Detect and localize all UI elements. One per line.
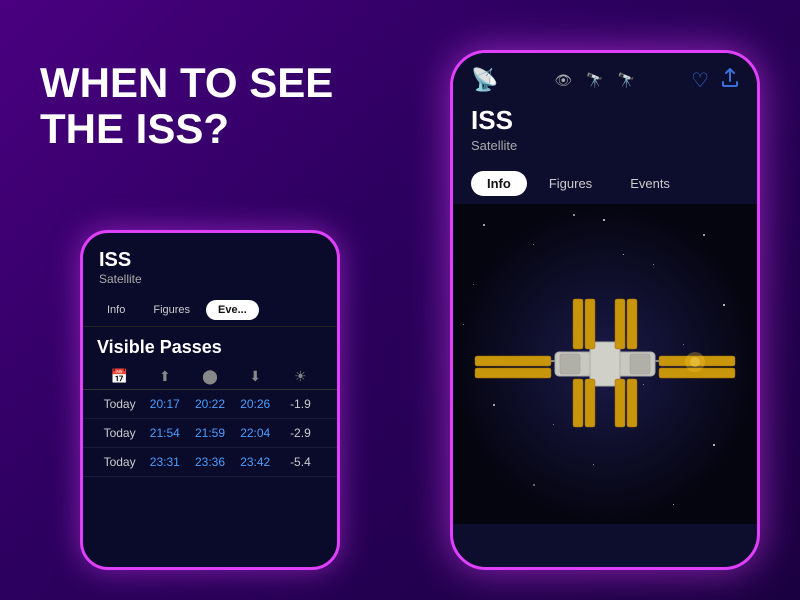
tab-events[interactable]: Events bbox=[614, 171, 686, 196]
passes-row-2: Today 21:54 21:59 22:04 -2.9 bbox=[83, 419, 337, 448]
eye-icon[interactable]: 👁 bbox=[554, 72, 572, 89]
favorite-button[interactable]: ♡ bbox=[691, 68, 709, 93]
telescope-icon[interactable]: 🔭 bbox=[618, 72, 635, 89]
row2-start: 21:54 bbox=[142, 426, 187, 440]
phone-right-header: ISS Satellite bbox=[453, 101, 757, 163]
headline-line2: THE ISS? bbox=[40, 106, 333, 152]
phone-left-header: ISS Satellite bbox=[83, 233, 337, 294]
share-button[interactable] bbox=[721, 68, 739, 93]
row3-peak: 23:36 bbox=[187, 455, 232, 469]
tab-info-left[interactable]: Info bbox=[95, 300, 137, 320]
passes-row-1: Today 20:17 20:22 20:26 -1.9 bbox=[83, 390, 337, 419]
phone-left: ISS Satellite Info Figures Eve... Visibl… bbox=[80, 230, 340, 570]
tab-figures-left[interactable]: Figures bbox=[141, 300, 202, 320]
row2-end: 22:04 bbox=[233, 426, 278, 440]
iss-svg bbox=[465, 284, 745, 444]
col-peak: ⬤ bbox=[187, 368, 232, 385]
row1-start: 20:17 bbox=[142, 397, 187, 411]
row2-peak: 21:59 bbox=[187, 426, 232, 440]
satellite-icon: 📡 bbox=[471, 67, 498, 93]
headline-line1: WHEN TO SEE bbox=[40, 60, 333, 106]
col-date: 📅 bbox=[97, 368, 142, 385]
tab-info[interactable]: Info bbox=[471, 171, 527, 196]
row1-peak: 20:22 bbox=[187, 397, 232, 411]
row1-end: 20:26 bbox=[233, 397, 278, 411]
row3-end: 23:42 bbox=[233, 455, 278, 469]
phone-right-topbar: 📡 👁 🔭 🔭 ♡ bbox=[453, 53, 757, 101]
col-start: ⬆ bbox=[142, 368, 187, 385]
phone-left-tabs: Info Figures Eve... bbox=[83, 294, 337, 327]
phone-right-subtitle: Satellite bbox=[471, 138, 739, 153]
visible-passes-title: Visible Passes bbox=[83, 327, 337, 364]
row3-day: Today bbox=[97, 455, 142, 469]
row1-mag: -1.9 bbox=[278, 397, 323, 411]
tab-figures[interactable]: Figures bbox=[533, 171, 608, 196]
row1-day: Today bbox=[97, 397, 142, 411]
tab-events-left[interactable]: Eve... bbox=[206, 300, 259, 320]
iss-image-container bbox=[453, 204, 757, 524]
row2-day: Today bbox=[97, 426, 142, 440]
row3-mag: -5.4 bbox=[278, 455, 323, 469]
col-mag: ☀ bbox=[278, 368, 323, 385]
row2-mag: -2.9 bbox=[278, 426, 323, 440]
binoculars-icon[interactable]: 🔭 bbox=[586, 72, 603, 89]
topbar-icons: 👁 🔭 🔭 bbox=[554, 72, 635, 89]
phone-left-subtitle: Satellite bbox=[99, 272, 321, 286]
headline: WHEN TO SEE THE ISS? bbox=[40, 60, 333, 152]
row3-start: 23:31 bbox=[142, 455, 187, 469]
col-end: ⬇ bbox=[233, 368, 278, 385]
passes-table-header: 📅 ⬆ ⬤ ⬇ ☀ bbox=[83, 364, 337, 390]
phone-right: 📡 👁 🔭 🔭 ♡ ISS Satellite Info Figures Eve… bbox=[450, 50, 760, 570]
passes-row-3: Today 23:31 23:36 23:42 -5.4 bbox=[83, 448, 337, 477]
phone-right-title: ISS bbox=[471, 105, 739, 136]
tabs-bar: Info Figures Events bbox=[453, 163, 757, 204]
phone-left-title: ISS bbox=[99, 249, 321, 272]
